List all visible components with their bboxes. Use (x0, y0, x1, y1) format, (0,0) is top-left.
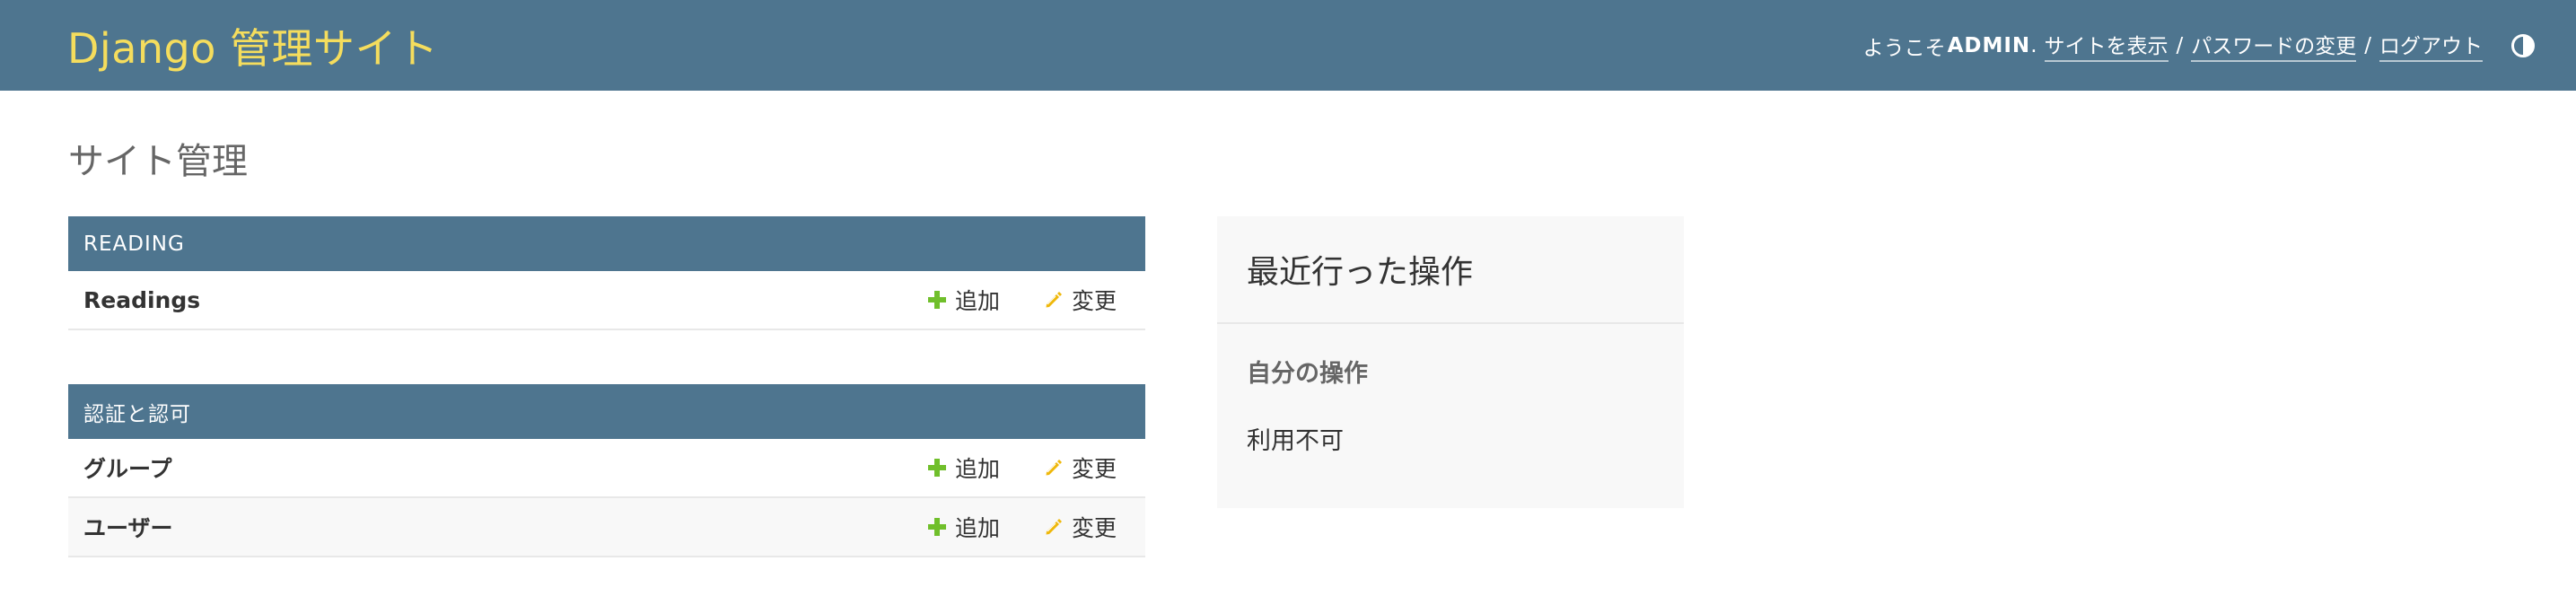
site-header: Django 管理サイト ようこそ ADMIN . サイトを表示 / パスワード… (0, 0, 2576, 91)
half-circle-icon[interactable] (2511, 33, 2535, 57)
plus-icon (927, 459, 946, 477)
user-tools: ようこそ ADMIN . サイトを表示 / パスワードの変更 / ログアウト (1863, 29, 2535, 62)
app-caption[interactable]: READING (68, 216, 1145, 271)
model-link[interactable]: グループ (83, 452, 928, 484)
welcome-text: ようこそ (1862, 36, 1946, 60)
model-row-groups: グループ 追加 変更 (68, 439, 1145, 498)
plus-icon (927, 518, 946, 536)
username-suffix: . (2030, 33, 2037, 57)
logout-link[interactable]: ログアウト (2379, 29, 2483, 62)
no-actions-text: 利用不可 (1247, 427, 1344, 455)
add-button[interactable]: 追加 (927, 452, 1000, 484)
model-row-readings: Readings 追加 変更 (68, 271, 1145, 330)
add-label: 追加 (954, 288, 1000, 314)
separator: / (2364, 33, 2371, 57)
app-caption[interactable]: 認証と認可 (68, 384, 1145, 439)
change-label: 変更 (1071, 288, 1117, 314)
model-link[interactable]: Readings (83, 287, 928, 313)
change-button[interactable]: 変更 (1043, 452, 1117, 484)
change-label: 変更 (1071, 456, 1117, 482)
page-title: サイト管理 (68, 141, 248, 182)
add-button[interactable]: 追加 (927, 511, 1000, 543)
add-label: 追加 (954, 515, 1000, 541)
add-label: 追加 (954, 456, 1000, 482)
change-button[interactable]: 変更 (1043, 284, 1117, 316)
separator: / (2176, 33, 2184, 57)
pencil-icon (1046, 460, 1062, 476)
site-title[interactable]: Django 管理サイト (67, 16, 439, 75)
recent-actions-panel: 最近行った操作 自分の操作 利用不可 (1217, 216, 1684, 508)
change-password-link[interactable]: パスワードの変更 (2191, 29, 2357, 62)
add-button[interactable]: 追加 (927, 284, 1000, 316)
app-module-reading: READING Readings 追加 変更 (68, 216, 1145, 330)
pencil-icon (1046, 292, 1062, 308)
recent-actions-title: 最近行った操作 (1217, 216, 1684, 324)
username: ADMIN (1947, 33, 2031, 57)
change-label: 変更 (1071, 515, 1117, 541)
my-actions-heading: 自分の操作 (1247, 360, 1368, 388)
model-link[interactable]: ユーザー (83, 511, 928, 543)
view-site-link[interactable]: サイトを表示 (2044, 29, 2169, 62)
pencil-icon (1046, 519, 1062, 535)
plus-icon (927, 291, 946, 309)
model-row-users: ユーザー 追加 変更 (68, 498, 1145, 557)
change-button[interactable]: 変更 (1043, 511, 1117, 543)
app-module-auth: 認証と認可 グループ 追加 変更 ユーザー 追加 変更 (68, 384, 1145, 557)
